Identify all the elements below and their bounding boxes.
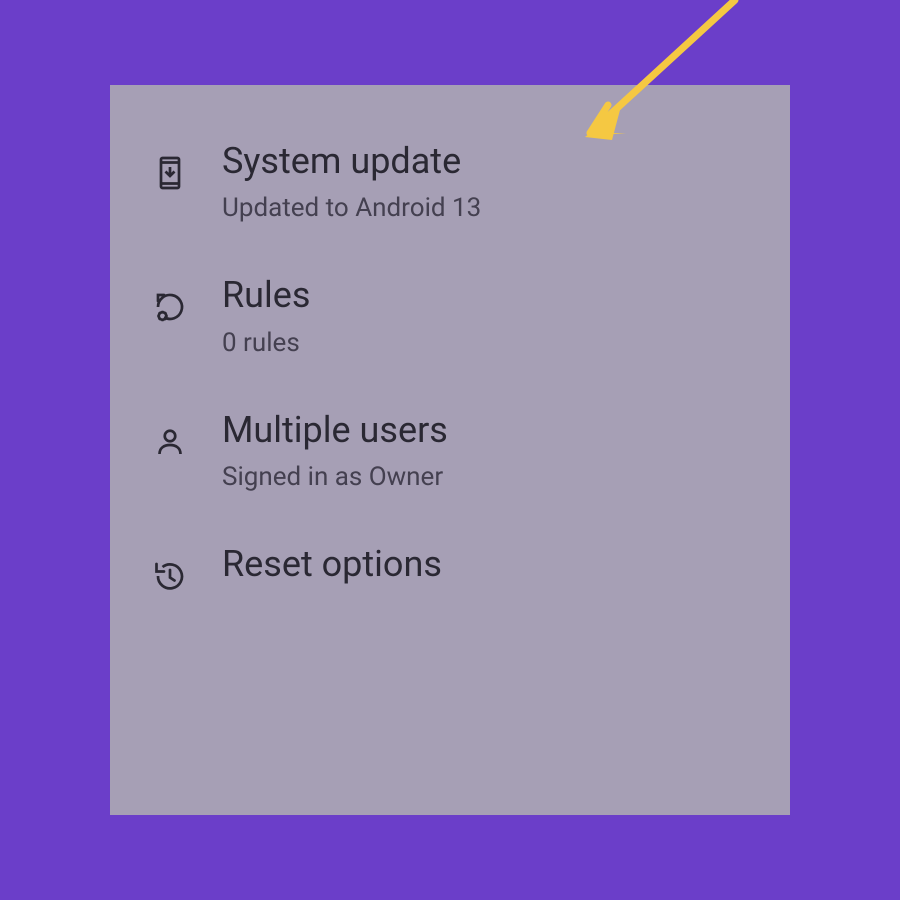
item-text-wrapper: Rules 0 rules [222,274,310,358]
item-subtitle: 0 rules [222,328,310,359]
item-text-wrapper: Reset options [222,543,442,586]
person-icon [150,417,190,467]
item-text-wrapper: Multiple users Signed in as Owner [222,409,448,493]
item-subtitle: Updated to Android 13 [222,193,481,224]
item-title: Multiple users [222,409,448,452]
item-title: Reset options [222,543,442,586]
item-title: Rules [222,274,310,317]
system-update-icon [150,148,190,198]
settings-item-rules[interactable]: Rules 0 rules [130,249,770,383]
settings-panel: System update Updated to Android 13 Rule… [110,85,790,815]
settings-item-multiple-users[interactable]: Multiple users Signed in as Owner [130,384,770,518]
rules-icon [150,282,190,332]
settings-item-reset-options[interactable]: Reset options [130,518,770,626]
reset-icon [150,551,190,601]
settings-item-system-update[interactable]: System update Updated to Android 13 [130,115,770,249]
item-text-wrapper: System update Updated to Android 13 [222,140,481,224]
item-title: System update [222,140,481,183]
item-subtitle: Signed in as Owner [222,462,448,493]
